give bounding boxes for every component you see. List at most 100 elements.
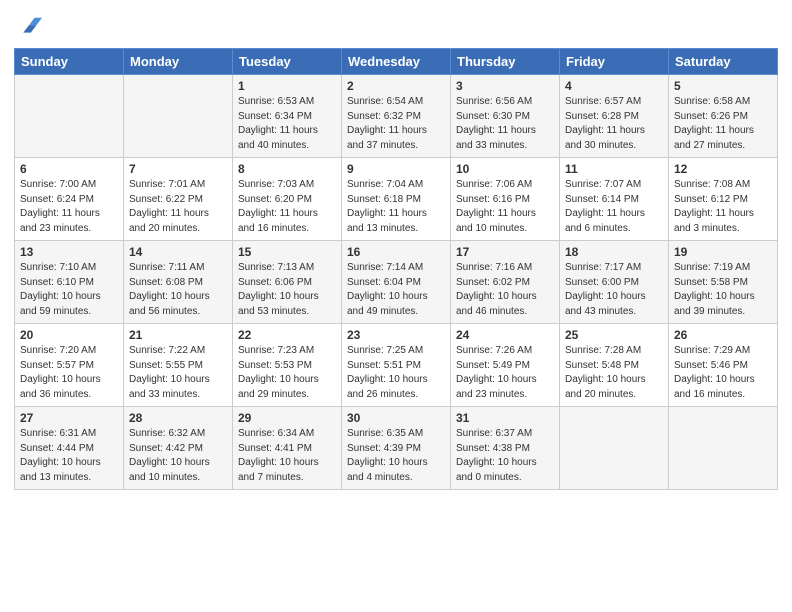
day-info: Sunrise: 7:16 AM Sunset: 6:02 PM Dayligh… [456,261,554,319]
calendar-table: SundayMondayTuesdayWednesdayThursdayFrid… [14,48,778,490]
day-number: 11 [565,162,663,176]
calendar-cell: 30 Sunrise: 6:35 AM Sunset: 4:39 PM Dayli… [342,407,451,490]
calendar-cell: 25 Sunrise: 7:28 AM Sunset: 5:48 PM Dayli… [560,324,669,407]
day-number: 8 [238,162,336,176]
day-info: Sunrise: 7:20 AM Sunset: 5:57 PM Dayligh… [20,344,118,402]
day-number: 6 [20,162,118,176]
day-info: Sunrise: 7:19 AM Sunset: 5:58 PM Dayligh… [674,261,772,319]
day-info: Sunrise: 7:08 AM Sunset: 6:12 PM Dayligh… [674,178,772,236]
calendar-cell: 9 Sunrise: 7:04 AM Sunset: 6:18 PM Daylig… [342,158,451,241]
calendar-cell: 15 Sunrise: 7:13 AM Sunset: 6:06 PM Dayli… [233,241,342,324]
day-number: 29 [238,411,336,425]
day-header-sunday: Sunday [15,49,124,75]
week-row-0: 1Sunrise: 6:53 AM Sunset: 6:34 PM Daylig… [15,75,778,158]
day-number: 20 [20,328,118,342]
calendar-cell: 29 Sunrise: 6:34 AM Sunset: 4:41 PM Dayli… [233,407,342,490]
week-row-3: 20 Sunrise: 7:20 AM Sunset: 5:57 PM Dayli… [15,324,778,407]
calendar-cell: 26 Sunrise: 7:29 AM Sunset: 5:46 PM Dayli… [669,324,778,407]
day-info: Sunrise: 7:10 AM Sunset: 6:10 PM Dayligh… [20,261,118,319]
day-number: 24 [456,328,554,342]
day-number: 22 [238,328,336,342]
calendar-cell [15,75,124,158]
day-number: 15 [238,245,336,259]
day-info: Sunrise: 7:29 AM Sunset: 5:46 PM Dayligh… [674,344,772,402]
day-info: Sunrise: 7:26 AM Sunset: 5:49 PM Dayligh… [456,344,554,402]
day-info: Sunrise: 6:54 AM Sunset: 6:32 PM Dayligh… [347,95,445,153]
week-row-1: 6 Sunrise: 7:00 AM Sunset: 6:24 PM Daylig… [15,158,778,241]
day-info: Sunrise: 7:06 AM Sunset: 6:16 PM Dayligh… [456,178,554,236]
calendar-cell: 19Sunrise: 7:19 AM Sunset: 5:58 PM Dayli… [669,241,778,324]
calendar-cell: 20 Sunrise: 7:20 AM Sunset: 5:57 PM Dayli… [15,324,124,407]
calendar-cell: 7Sunrise: 7:01 AM Sunset: 6:22 PM Daylig… [124,158,233,241]
day-info: Sunrise: 7:01 AM Sunset: 6:22 PM Dayligh… [129,178,227,236]
day-info: Sunrise: 7:04 AM Sunset: 6:18 PM Dayligh… [347,178,445,236]
day-info: Sunrise: 6:34 AM Sunset: 4:41 PM Dayligh… [238,427,336,485]
calendar-cell: 8 Sunrise: 7:03 AM Sunset: 6:20 PM Daylig… [233,158,342,241]
day-header-saturday: Saturday [669,49,778,75]
day-number: 17 [456,245,554,259]
day-info: Sunrise: 6:37 AM Sunset: 4:38 PM Dayligh… [456,427,554,485]
day-number: 9 [347,162,445,176]
day-number: 26 [674,328,772,342]
week-row-4: 27 Sunrise: 6:31 AM Sunset: 4:44 PM Dayli… [15,407,778,490]
day-info: Sunrise: 6:53 AM Sunset: 6:34 PM Dayligh… [238,95,336,153]
calendar-cell: 6 Sunrise: 7:00 AM Sunset: 6:24 PM Daylig… [15,158,124,241]
day-number: 21 [129,328,227,342]
day-info: Sunrise: 7:11 AM Sunset: 6:08 PM Dayligh… [129,261,227,319]
calendar-cell: 12 Sunrise: 7:08 AM Sunset: 6:12 PM Dayli… [669,158,778,241]
day-number: 23 [347,328,445,342]
day-number: 31 [456,411,554,425]
day-info: Sunrise: 6:35 AM Sunset: 4:39 PM Dayligh… [347,427,445,485]
day-header-tuesday: Tuesday [233,49,342,75]
day-info: Sunrise: 6:31 AM Sunset: 4:44 PM Dayligh… [20,427,118,485]
day-number: 3 [456,79,554,93]
day-info: Sunrise: 7:03 AM Sunset: 6:20 PM Dayligh… [238,178,336,236]
calendar-cell: 1Sunrise: 6:53 AM Sunset: 6:34 PM Daylig… [233,75,342,158]
calendar-cell: 27 Sunrise: 6:31 AM Sunset: 4:44 PM Dayli… [15,407,124,490]
day-number: 30 [347,411,445,425]
day-info: Sunrise: 7:00 AM Sunset: 6:24 PM Dayligh… [20,178,118,236]
day-info: Sunrise: 6:56 AM Sunset: 6:30 PM Dayligh… [456,95,554,153]
day-info: Sunrise: 6:58 AM Sunset: 6:26 PM Dayligh… [674,95,772,153]
calendar-cell [124,75,233,158]
calendar-cell: 13 Sunrise: 7:10 AM Sunset: 6:10 PM Dayli… [15,241,124,324]
logo [14,14,44,42]
calendar-cell: 4Sunrise: 6:57 AM Sunset: 6:28 PM Daylig… [560,75,669,158]
calendar-cell: 23Sunrise: 7:25 AM Sunset: 5:51 PM Dayli… [342,324,451,407]
calendar-cell: 10 Sunrise: 7:06 AM Sunset: 6:16 PM Dayli… [451,158,560,241]
day-number: 27 [20,411,118,425]
calendar-cell: 22 Sunrise: 7:23 AM Sunset: 5:53 PM Dayli… [233,324,342,407]
day-info: Sunrise: 7:28 AM Sunset: 5:48 PM Dayligh… [565,344,663,402]
day-number: 4 [565,79,663,93]
day-info: Sunrise: 7:13 AM Sunset: 6:06 PM Dayligh… [238,261,336,319]
calendar-cell: 14 Sunrise: 7:11 AM Sunset: 6:08 PM Dayli… [124,241,233,324]
day-number: 5 [674,79,772,93]
day-info: Sunrise: 7:14 AM Sunset: 6:04 PM Dayligh… [347,261,445,319]
day-number: 10 [456,162,554,176]
calendar-cell: 28Sunrise: 6:32 AM Sunset: 4:42 PM Dayli… [124,407,233,490]
day-header-friday: Friday [560,49,669,75]
logo-icon [14,14,42,42]
calendar-cell: 24 Sunrise: 7:26 AM Sunset: 5:49 PM Dayli… [451,324,560,407]
day-header-wednesday: Wednesday [342,49,451,75]
calendar-container: SundayMondayTuesdayWednesdayThursdayFrid… [0,0,792,504]
day-info: Sunrise: 6:32 AM Sunset: 4:42 PM Dayligh… [129,427,227,485]
day-info: Sunrise: 7:07 AM Sunset: 6:14 PM Dayligh… [565,178,663,236]
day-number: 14 [129,245,227,259]
day-info: Sunrise: 7:23 AM Sunset: 5:53 PM Dayligh… [238,344,336,402]
calendar-cell [669,407,778,490]
day-number: 13 [20,245,118,259]
day-number: 12 [674,162,772,176]
calendar-cell: 18Sunrise: 7:17 AM Sunset: 6:00 PM Dayli… [560,241,669,324]
header-row: SundayMondayTuesdayWednesdayThursdayFrid… [15,49,778,75]
calendar-cell: 16 Sunrise: 7:14 AM Sunset: 6:04 PM Dayli… [342,241,451,324]
header [14,10,778,42]
day-info: Sunrise: 7:22 AM Sunset: 5:55 PM Dayligh… [129,344,227,402]
day-number: 16 [347,245,445,259]
day-number: 25 [565,328,663,342]
calendar-cell: 11 Sunrise: 7:07 AM Sunset: 6:14 PM Dayli… [560,158,669,241]
calendar-cell: 21 Sunrise: 7:22 AM Sunset: 5:55 PM Dayli… [124,324,233,407]
calendar-cell: 5 Sunrise: 6:58 AM Sunset: 6:26 PM Daylig… [669,75,778,158]
day-header-thursday: Thursday [451,49,560,75]
calendar-cell: 17 Sunrise: 7:16 AM Sunset: 6:02 PM Dayli… [451,241,560,324]
